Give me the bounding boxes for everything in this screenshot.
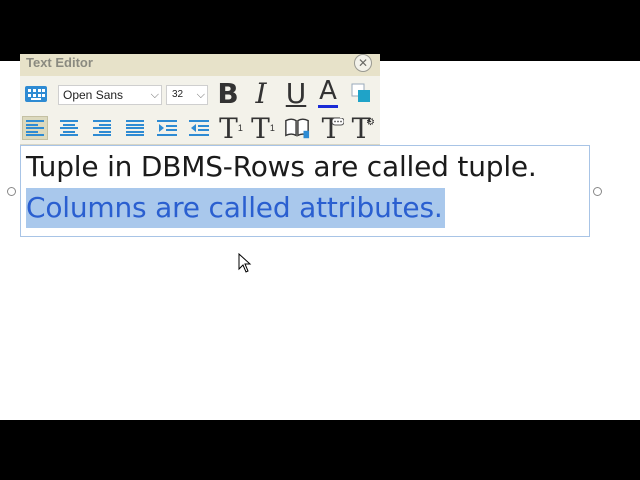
font-family-select[interactable]: Open Sans ⌵ — [58, 85, 162, 105]
selected-text-line-2[interactable]: Columns are called attributes. — [26, 188, 445, 228]
letterbox-top — [0, 0, 640, 61]
read-aloud-book-icon[interactable] — [284, 112, 310, 144]
text-line-1[interactable]: Tuple in DBMS-Rows are called tuple. — [26, 150, 537, 183]
font-size-select[interactable]: 32 ⌵ — [166, 85, 208, 105]
left-resize-handle[interactable] — [7, 187, 16, 196]
align-left-icon[interactable] — [22, 116, 48, 140]
underline-button[interactable]: U — [284, 77, 308, 110]
indent-decrease-icon[interactable] — [186, 116, 212, 140]
font-color-label: A — [319, 76, 337, 106]
align-center-icon[interactable] — [56, 116, 82, 140]
indent-increase-icon[interactable] — [154, 116, 180, 140]
superscript-button[interactable]: T1 — [250, 111, 276, 145]
text-settings-button[interactable]: T ⚙ — [348, 112, 375, 145]
subscript-t-label: T — [219, 111, 238, 145]
speech-bubble-icon — [332, 118, 344, 126]
superscript-number: 1 — [269, 123, 275, 133]
font-family-value: Open Sans — [63, 88, 124, 102]
superscript-t-label: T — [251, 111, 270, 145]
chevron-down-icon: ⌵ — [196, 89, 205, 101]
font-color-button[interactable]: A — [316, 76, 340, 110]
highlight-color-icon[interactable] — [350, 82, 372, 104]
bold-button[interactable]: B — [216, 77, 240, 110]
align-justify-icon[interactable] — [122, 116, 148, 140]
font-size-value: 32 — [172, 89, 184, 100]
subscript-button[interactable]: T1 — [218, 111, 244, 145]
close-icon[interactable]: ✕ — [354, 54, 372, 72]
text-bubble-t-label: T — [321, 111, 341, 145]
toolbar-title: Text Editor — [26, 55, 93, 70]
text-bubble-button[interactable]: T — [318, 111, 344, 145]
chevron-down-icon: ⌵ — [150, 89, 159, 101]
right-resize-handle[interactable] — [593, 187, 602, 196]
gear-icon: ⚙ — [366, 117, 375, 128]
keyboard-icon[interactable] — [23, 83, 49, 105]
text-editor-toolbar: Text Editor ✕ Open Sans ⌵ 32 ⌵ B I U A T… — [20, 54, 380, 145]
subscript-number: 1 — [237, 123, 243, 133]
align-right-icon[interactable] — [89, 116, 115, 140]
text-box[interactable]: Tuple in DBMS-Rows are called tuple. Col… — [7, 145, 602, 237]
mouse-pointer-icon — [238, 253, 252, 273]
letterbox-bottom — [0, 420, 640, 480]
italic-button[interactable]: I — [252, 77, 270, 110]
font-color-swatch — [318, 105, 338, 108]
toolbar-title-bar[interactable]: Text Editor ✕ — [20, 54, 380, 76]
